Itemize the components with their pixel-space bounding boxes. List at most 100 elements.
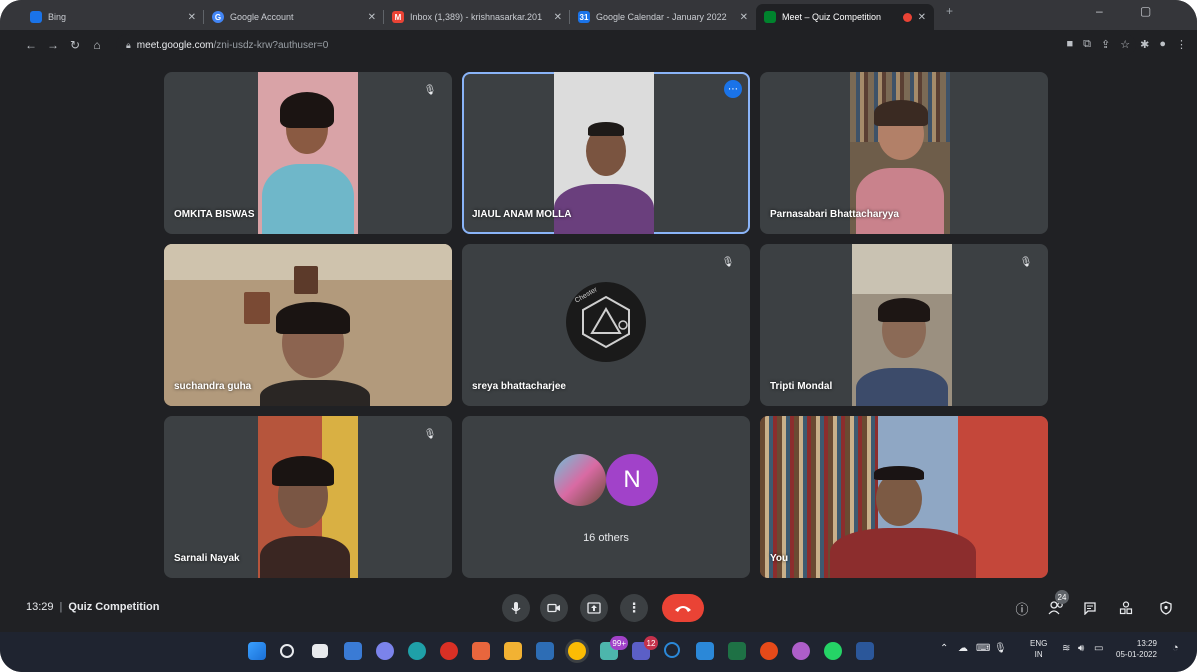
people-icon[interactable]: 24 [1046, 590, 1069, 618]
clock-time: 13:29 [1136, 639, 1157, 648]
edge-icon[interactable] [408, 642, 426, 660]
install-icon[interactable]: ⧉ [1083, 38, 1091, 51]
participant-tile[interactable]: ⋯ JIAUL ANAM MOLLA [462, 72, 750, 234]
participant-shirt [856, 168, 944, 234]
mic-button[interactable] [502, 594, 530, 622]
tab-close-icon[interactable]: ✕ [918, 12, 926, 23]
participant-name: sreya bhattacharjee [472, 381, 566, 392]
teams-chat-icon[interactable] [376, 642, 394, 660]
search-icon[interactable] [280, 644, 294, 658]
leave-call-button[interactable] [662, 594, 704, 622]
participant-tile[interactable]: 🎙︎ Sarnali Nayak [164, 416, 452, 578]
store-icon[interactable] [536, 642, 554, 660]
tab-bing[interactable]: Bing ✕ [22, 4, 204, 30]
participant-video [852, 244, 952, 406]
windows-taskbar: 99+ 12 ⌃ ☁ ⌨ 🎙︎ ENG IN ≋ 🔊︎ ▭ 13:29 05-0… [0, 632, 1197, 672]
home-icon[interactable]: ⌂ [86, 38, 108, 52]
participant-tile[interactable]: Chester 🎙︎ sreya bhattacharjee [462, 244, 750, 406]
tab-title: Google Calendar - January 2022 [596, 12, 727, 22]
camera-button[interactable] [540, 594, 568, 622]
chat-icon[interactable] [1080, 598, 1100, 618]
participant-tile[interactable]: suchandra guha [164, 244, 452, 406]
participant-tile[interactable]: 🎙︎ OMKITA BISWAS [164, 72, 452, 234]
teams-icon[interactable]: 12 [632, 636, 658, 660]
meet-favicon-icon [764, 11, 776, 23]
participant-tile[interactable]: Parnasabari Bhattacharyya [760, 72, 1048, 234]
mic-tray-icon[interactable]: 🎙︎ [994, 643, 1007, 654]
opera-icon[interactable] [440, 642, 458, 660]
self-tile[interactable]: You [760, 416, 1048, 578]
file-explorer-icon[interactable] [504, 642, 522, 660]
tab-close-icon[interactable]: ✕ [740, 12, 748, 23]
bookmark-star-icon[interactable]: ☆ [1120, 38, 1130, 51]
reload-icon[interactable]: ↻ [64, 38, 86, 52]
notifications-icon[interactable]: ◔ [1172, 642, 1179, 654]
meeting-details: 13:29 | Quiz Competition [26, 601, 159, 613]
tab-google-calendar[interactable]: 31 Google Calendar - January 2022 ✕ [570, 4, 756, 30]
back-icon[interactable]: ← [20, 38, 42, 52]
recording-indicator-icon [902, 12, 912, 22]
more-options-button[interactable]: ⋮ [620, 594, 648, 622]
people-count-badge: 24 [1055, 590, 1069, 604]
forward-icon[interactable]: → [42, 38, 64, 52]
self-video [760, 416, 1048, 578]
cortana-icon[interactable] [664, 642, 680, 658]
word-icon[interactable] [856, 642, 874, 660]
address-bar[interactable]: 🔒︎ meet.google.com /zni-usdz-krw?authuse… [116, 34, 1136, 56]
more-options-icon[interactable]: ⋯ [724, 80, 742, 98]
keyboard-icon[interactable]: ⌨ [976, 643, 990, 654]
extensions-icon[interactable]: ✱ [1140, 38, 1149, 51]
wifi-icon[interactable]: ≋ [1062, 643, 1070, 654]
participant-hair [272, 456, 334, 486]
profile-avatar-icon[interactable]: ● [1159, 38, 1166, 51]
tab-google-account[interactable]: G Google Account ✕ [204, 4, 384, 30]
menu-dots-icon[interactable]: ⋮ [1176, 38, 1187, 51]
wall [852, 244, 952, 294]
participant-name: Sarnali Nayak [174, 553, 240, 564]
tray-overflow-icon[interactable]: ⌃ [940, 643, 948, 654]
whatsapp-icon[interactable] [824, 642, 842, 660]
mic-off-icon: 🎙︎ [423, 428, 437, 440]
tab-close-icon[interactable]: ✕ [368, 12, 376, 23]
task-view-icon[interactable] [312, 644, 328, 658]
tab-close-icon[interactable]: ✕ [554, 12, 562, 23]
activities-icon[interactable] [1116, 598, 1136, 618]
minimize-icon[interactable]: – [1096, 4, 1103, 18]
meeting-info-icon[interactable]: ⓘ [1012, 598, 1032, 618]
office-icon[interactable] [472, 642, 490, 660]
others-tile[interactable]: N 16 others [462, 416, 750, 578]
volume-icon[interactable]: 🔊︎ [1078, 643, 1084, 654]
widgets-icon[interactable] [344, 642, 362, 660]
battery-icon[interactable]: ▭ [1094, 643, 1103, 654]
toolbar-icons: ■ ⧉ ⇪ ☆ ✱ ● ⋮ [1067, 38, 1187, 51]
camera-icon [547, 603, 560, 613]
new-tab-icon[interactable]: + [946, 4, 953, 18]
language-indicator[interactable]: ENG IN [1030, 638, 1047, 660]
excel-icon[interactable] [728, 642, 746, 660]
participant-avatar: Chester [566, 282, 646, 362]
bing-favicon-icon [30, 11, 42, 23]
tab-gmail-inbox[interactable]: M Inbox (1,389) - krishnasarkar.201 ✕ [384, 4, 570, 30]
firefox-icon[interactable] [760, 642, 778, 660]
system-clock[interactable]: 13:29 05-01-2022 [1116, 638, 1157, 660]
camera-in-use-icon[interactable]: ■ [1067, 38, 1074, 51]
mic-off-icon: 🎙︎ [1019, 256, 1033, 268]
meeting-control-bar: 13:29 | Quiz Competition ⋮ ⓘ 24 [0, 588, 1197, 628]
participant-video [258, 416, 358, 578]
participant-hair [878, 298, 930, 322]
tab-meet[interactable]: Meet – Quiz Competition ✕ [756, 4, 934, 30]
chrome-icon[interactable] [568, 642, 586, 660]
share-icon[interactable]: ⇪ [1101, 38, 1110, 51]
participant-tile[interactable]: 🎙︎ Tripti Mondal [760, 244, 1048, 406]
present-button[interactable] [580, 594, 608, 622]
whatsapp-desktop-icon[interactable]: 99+ [600, 636, 628, 660]
app-icon[interactable] [792, 642, 810, 660]
windows-start-icon[interactable] [248, 642, 266, 660]
todo-icon[interactable] [696, 642, 714, 660]
tab-close-icon[interactable]: ✕ [188, 12, 196, 23]
others-count: 16 others [583, 532, 629, 544]
onedrive-icon[interactable]: ☁ [958, 643, 968, 654]
host-controls-icon[interactable] [1156, 598, 1176, 618]
maximize-icon[interactable]: ▢ [1140, 4, 1151, 18]
participant-hair [280, 92, 334, 128]
